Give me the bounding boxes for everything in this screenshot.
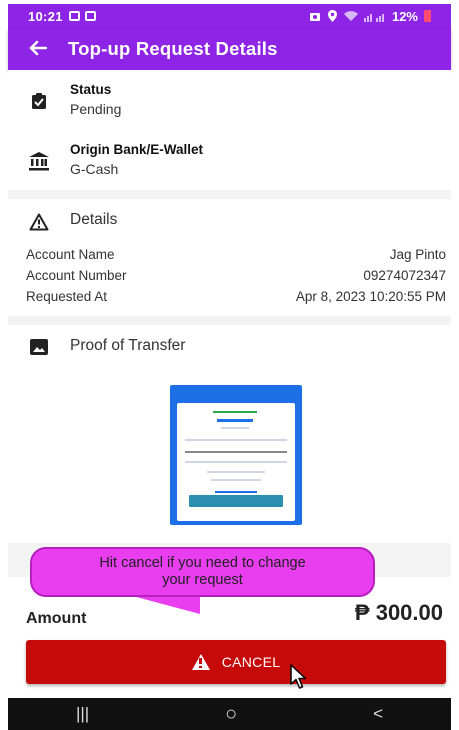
origin-value: G-Cash [70,161,119,177]
hint-tooltip: Hit cancel if you need to change your re… [30,547,375,597]
page-title: Top-up Request Details [68,38,278,59]
bank-icon [29,152,49,171]
tooltip-line-2: your request [162,572,243,588]
amount-value: ₱ 300.00 [354,600,443,625]
status-value: Pending [70,101,122,117]
wifi-icon [343,10,358,21]
mouse-cursor-icon [290,664,307,689]
details-title: Details [70,211,118,228]
system-indicators: 12% [309,9,431,24]
details-card: Details Account Name Jag Pinto Account N… [8,199,451,316]
request-summary-card: Status Pending Origin Bank/E-Wallet G-Ca… [8,70,451,190]
camera-icon [309,13,320,21]
details-value: Apr 8, 2023 10:20:55 PM [295,289,446,304]
location-icon [327,10,337,22]
status-row: Status Pending [8,82,451,117]
receipt-thumbnail [177,403,295,521]
battery-percent: 12% [391,8,418,24]
signal-icon [363,13,384,22]
app-notification-icon [84,11,96,21]
gallery-notification-icon [68,11,80,21]
proof-title: Proof of Transfer [70,337,186,354]
status-label: Status [70,82,112,97]
details-row-requested-at: Requested At Apr 8, 2023 10:20:55 PM [26,289,446,304]
details-key: Account Number [26,268,127,283]
details-key: Requested At [26,289,108,304]
warning-triangle-icon [29,213,49,231]
details-header: Details [8,211,451,231]
battery-icon [424,10,431,22]
details-key: Account Name [26,247,115,262]
proof-header: Proof of Transfer [8,337,451,355]
amount-label: Amount [26,610,87,627]
arrow-left-icon [29,40,48,56]
details-row-account-name: Account Name Jag Pinto [26,247,446,262]
origin-row: Origin Bank/E-Wallet G-Cash [8,142,451,177]
details-row-account-number: Account Number 09274072347 [26,268,446,283]
tooltip-line-1: Hit cancel if you need to change [99,555,306,571]
details-value: 09274072347 [363,268,446,283]
cancel-button[interactable]: CANCEL [26,640,446,684]
clipboard-check-icon [32,93,46,109]
details-value: Jag Pinto [389,247,446,262]
recent-apps-button[interactable]: ||| [76,704,89,724]
proof-of-transfer-image[interactable] [170,385,302,525]
back-button[interactable] [8,36,68,62]
app-bar: Top-up Request Details [8,28,451,70]
status-bar: 10:21 12% [8,4,451,28]
warning-icon [191,654,210,670]
notification-icons [68,11,96,21]
system-nav-bar: ||| ○ < [8,698,451,730]
back-nav-button[interactable]: < [373,704,383,724]
cancel-button-label: CANCEL [221,654,281,670]
origin-label: Origin Bank/E-Wallet [70,142,204,157]
home-button[interactable]: ○ [225,703,237,726]
clock: 10:21 [28,8,63,24]
image-icon [30,339,48,355]
details-content: Status Pending Origin Bank/E-Wallet G-Ca… [8,70,451,698]
